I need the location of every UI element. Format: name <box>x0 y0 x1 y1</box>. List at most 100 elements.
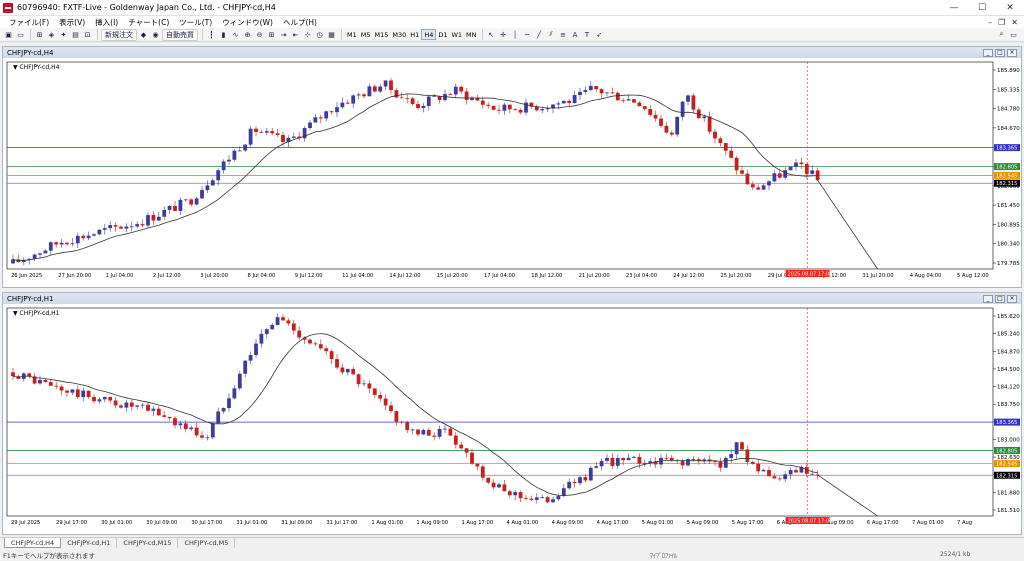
chart-maximize-button[interactable]: □ <box>995 48 1005 57</box>
chart-minimize-button[interactable]: _ <box>983 48 993 57</box>
new-chart-icon[interactable]: ▣ <box>3 29 14 41</box>
crosshair-icon[interactable]: ✛ <box>498 29 509 41</box>
menu-view[interactable]: 表示(V) <box>54 17 90 28</box>
candle-body <box>345 102 350 104</box>
chart-close-button[interactable]: × <box>1007 294 1017 303</box>
navigator-icon[interactable]: ✦ <box>58 29 69 41</box>
search-icon[interactable]: ⌕ <box>996 29 1007 41</box>
vertical-line-icon[interactable]: │ <box>510 29 521 41</box>
chart-close-button[interactable]: × <box>1007 48 1017 57</box>
text-icon[interactable]: A <box>570 29 581 41</box>
menu-file[interactable]: ファイル(F) <box>4 17 54 28</box>
minimize-button[interactable]: — <box>940 0 968 16</box>
horizontal-line-icon[interactable]: ─ <box>522 29 533 41</box>
candle-body <box>740 442 744 450</box>
candle-body <box>367 383 372 389</box>
label-icon[interactable]: T <box>582 29 593 41</box>
menu-tools[interactable]: ツール(T) <box>174 17 217 28</box>
candle-body <box>92 396 96 402</box>
tf-w1[interactable]: W1 <box>449 29 464 40</box>
market-watch-icon[interactable]: ⊞ <box>34 29 45 41</box>
menu-help[interactable]: ヘルプ(H) <box>278 17 322 28</box>
chat-icon[interactable]: ▭ <box>1008 29 1019 41</box>
candle-body <box>621 100 626 102</box>
candle-body <box>680 460 685 466</box>
profiles-icon[interactable]: ▭ <box>15 29 26 41</box>
menu-window[interactable]: ウィンドウ(W) <box>217 17 278 28</box>
auto-trading-button[interactable]: 自動売買 <box>162 28 198 41</box>
candlestick-icon[interactable]: ▮ <box>218 29 229 41</box>
templates-icon[interactable]: ▦ <box>326 29 337 41</box>
chart-tabs: CHFJPY-cd,H4 CHFJPY-cd,H1 CHFJPY-cd,M15 … <box>0 537 1024 548</box>
cursor-icon[interactable]: ↖ <box>486 29 497 41</box>
periods-icon[interactable]: ◷ <box>314 29 325 41</box>
menu-insert[interactable]: 挿入(I) <box>90 17 123 28</box>
candle-body <box>183 423 188 430</box>
tab-chfjpy-h1[interactable]: CHFJPY-cd,H1 <box>61 538 118 548</box>
tf-d1[interactable]: D1 <box>436 29 449 40</box>
toolbar-separator <box>481 29 483 40</box>
tf-m5[interactable]: M5 <box>359 29 373 40</box>
candle-body <box>318 117 323 119</box>
tab-chfjpy-h4[interactable]: CHFJPY-cd,H4 <box>4 538 62 548</box>
tile-windows-icon[interactable]: ⊞ <box>266 29 277 41</box>
tf-m1[interactable]: M1 <box>345 29 359 40</box>
new-order-button[interactable]: 新規注文 <box>101 28 137 41</box>
tf-mn[interactable]: MN <box>464 29 478 40</box>
candle-body <box>140 404 145 406</box>
candle-body <box>97 229 102 235</box>
bar-chart-icon[interactable]: ┇ <box>206 29 217 41</box>
child-close-button[interactable]: ✕ <box>1011 18 1018 27</box>
candle-body <box>702 116 707 119</box>
close-button[interactable]: ✕ <box>996 0 1024 16</box>
time-tick-label: 18 Jul 12:00 <box>531 273 562 279</box>
tester-icon[interactable]: ⊡ <box>82 29 93 41</box>
zoom-in-icon[interactable]: ⊕ <box>242 29 253 41</box>
candle-body <box>459 86 464 92</box>
chart-minimize-button[interactable]: _ <box>983 294 993 303</box>
indicators-icon[interactable]: ⊹ <box>302 29 313 41</box>
time-tick-label: 1 Jul 04:00 <box>106 273 134 279</box>
arrows-icon[interactable]: ➶ <box>594 29 605 41</box>
terminal-icon[interactable]: ▤ <box>70 29 81 41</box>
menu-chart[interactable]: チャート(C) <box>123 17 174 28</box>
tf-m15[interactable]: M15 <box>373 29 391 40</box>
tab-chfjpy-m5[interactable]: CHFJPY-cd,M5 <box>178 538 236 548</box>
candle-body <box>680 101 685 117</box>
tf-h1[interactable]: H1 <box>408 29 421 40</box>
candle-body <box>491 105 496 110</box>
maximize-button[interactable]: ☐ <box>968 0 996 16</box>
status-profile: ﾏｲﾌﾟﾛﾌｧｲﾙ <box>650 553 678 560</box>
metaeditor-icon[interactable]: ◆ <box>138 29 149 41</box>
data-window-icon[interactable]: ◈ <box>46 29 57 41</box>
signals-icon[interactable]: ◉ <box>150 29 161 41</box>
level-price-label: 183.365 <box>996 420 1017 426</box>
candle-body <box>788 470 793 475</box>
price-chart-h1[interactable]: ▼ CHFJPY-cd,H1 185.620 185.240 184.870 184.5… <box>3 304 1021 534</box>
time-tick-label: 5 Aug 17:00 <box>732 520 764 526</box>
tf-m30[interactable]: M30 <box>390 29 408 40</box>
candle-body <box>459 444 464 449</box>
candle-body <box>108 396 113 401</box>
candle-body <box>453 435 458 445</box>
autoscroll-icon[interactable]: ⇥ <box>278 29 289 41</box>
candle-body <box>362 383 366 385</box>
child-minimize-button[interactable]: – <box>988 18 992 27</box>
chart-shift-icon[interactable]: ⇤ <box>290 29 301 41</box>
candle-body <box>443 428 447 430</box>
candle-body <box>362 94 366 97</box>
child-restore-button[interactable]: ❐ <box>998 18 1005 27</box>
time-tick-label: 23 Jul 04:00 <box>626 273 657 279</box>
line-chart-icon[interactable]: ∿ <box>230 29 241 41</box>
candle-body <box>205 185 210 191</box>
tab-chfjpy-m15[interactable]: CHFJPY-cd,M15 <box>117 538 179 548</box>
chart-maximize-button[interactable]: □ <box>995 294 1005 303</box>
candle-body <box>767 470 771 477</box>
price-chart-h4[interactable]: ▼ CHFJPY-cd,H4 185.890 185.335 184.780 184.6… <box>3 58 1021 287</box>
candle-body <box>254 128 258 132</box>
fibonacci-icon[interactable]: ≡ <box>558 29 569 41</box>
tf-h4[interactable]: H4 <box>421 29 437 40</box>
channel-icon[interactable]: ⫽ <box>546 29 557 41</box>
zoom-out-icon[interactable]: ⊖ <box>254 29 265 41</box>
trendline-icon[interactable]: ╱ <box>534 29 545 41</box>
